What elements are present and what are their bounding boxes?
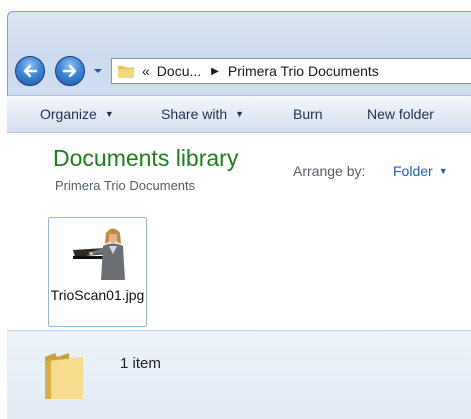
chevron-down-icon: ▼ <box>438 166 448 176</box>
breadcrumb-separator-icon[interactable]: ▶ <box>211 66 219 77</box>
library-title: Documents library <box>53 145 239 171</box>
chevron-down-icon: ▼ <box>235 109 245 119</box>
library-subtitle: Primera Trio Documents <box>55 178 196 193</box>
forward-button[interactable] <box>55 56 85 86</box>
item-count: 1 item <box>120 355 161 372</box>
back-button[interactable] <box>15 56 45 86</box>
details-pane: 1 item <box>7 330 471 419</box>
arrange-by-dropdown[interactable]: Folder ▼ <box>393 163 448 179</box>
burn-button[interactable]: Burn <box>293 106 323 122</box>
arrange-by-label: Arrange by: <box>293 163 366 179</box>
breadcrumb-item-documents[interactable]: Docu... <box>157 63 201 79</box>
new-folder-button[interactable]: New folder <box>367 106 434 122</box>
navigation-bar: « Docu... ▶ Primera Trio Documents <box>15 56 471 88</box>
organize-menu[interactable]: Organize ▼ <box>40 106 114 122</box>
back-arrow-icon <box>23 64 38 78</box>
folder-icon <box>45 353 83 399</box>
organize-label: Organize <box>40 106 97 122</box>
chevron-down-icon: ▼ <box>104 109 114 119</box>
arrange-by-value: Folder <box>393 163 433 179</box>
command-bar: Organize ▼ Share with ▼ Burn New folder <box>7 95 471 133</box>
address-bar[interactable]: « Docu... ▶ Primera Trio Documents <box>111 58 471 84</box>
share-with-menu[interactable]: Share with ▼ <box>161 106 244 122</box>
breadcrumb-overflow[interactable]: « <box>142 63 150 79</box>
forward-arrow-icon <box>62 64 77 78</box>
image-thumbnail-icon <box>71 224 127 280</box>
file-name: TrioScan01.jpg <box>50 287 145 303</box>
breadcrumb-item-current[interactable]: Primera Trio Documents <box>228 63 379 79</box>
folder-icon <box>118 66 134 78</box>
file-item[interactable]: TrioScan01.jpg <box>48 217 147 327</box>
recent-pages-dropdown-icon[interactable] <box>93 66 103 76</box>
share-with-label: Share with <box>161 106 228 122</box>
